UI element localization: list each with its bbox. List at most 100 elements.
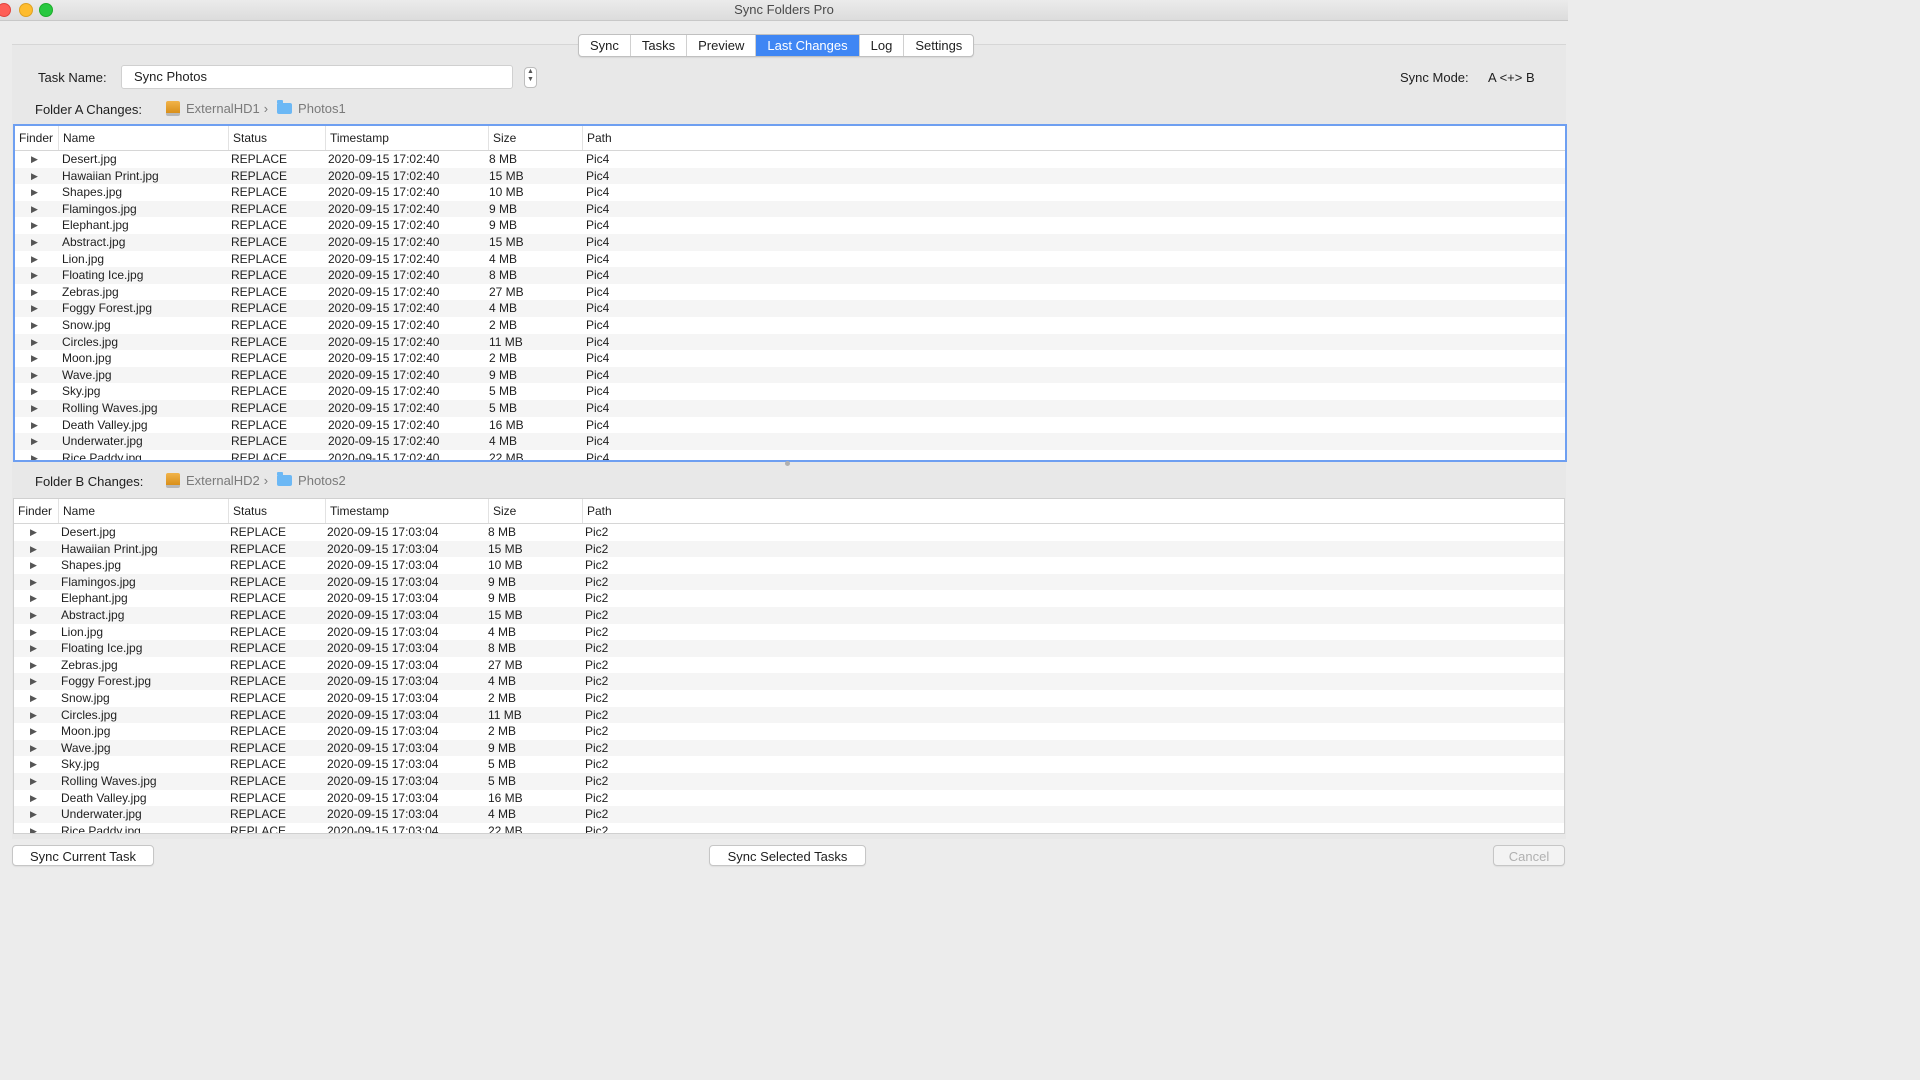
column-finder[interactable]: Finder bbox=[14, 499, 59, 523]
tab-tasks[interactable]: Tasks bbox=[631, 35, 688, 56]
reveal-in-finder-icon[interactable]: ▶ bbox=[30, 624, 40, 641]
table-row[interactable]: ▶ Underwater.jpg REPLACE 2020-09-15 17:02:4… bbox=[15, 433, 1565, 450]
table-row[interactable]: ▶ Floating Ice.jpg REPLACE 2020-09-15 17:03… bbox=[14, 640, 1564, 657]
reveal-in-finder-icon[interactable]: ▶ bbox=[31, 317, 41, 334]
table-row[interactable]: ▶ Abstract.jpg REPLACE 2020-09-15 17:03:04 1… bbox=[14, 606, 1564, 624]
column-timestamp[interactable]: Timestamp bbox=[326, 126, 489, 150]
table-row[interactable]: ▶ Death Valley.jpg REPLACE 2020-09-15 17:03… bbox=[14, 790, 1564, 807]
reveal-in-finder-icon[interactable]: ▶ bbox=[31, 251, 41, 268]
reveal-in-finder-icon[interactable]: ▶ bbox=[31, 201, 41, 218]
table-row[interactable]: ▶ Snow.jpg REPLACE 2020-09-15 17:02:40 2 MB P… bbox=[15, 317, 1565, 334]
reveal-in-finder-icon[interactable]: ▶ bbox=[30, 673, 40, 690]
reveal-in-finder-icon[interactable]: ▶ bbox=[30, 723, 40, 740]
table-row[interactable]: ▶ Foggy Forest.jpg REPLACE 2020-09-15 17:03… bbox=[14, 673, 1564, 690]
reveal-in-finder-icon[interactable]: ▶ bbox=[31, 284, 41, 301]
column-size[interactable]: Size bbox=[489, 499, 583, 523]
reveal-in-finder-icon[interactable]: ▶ bbox=[30, 557, 40, 574]
table-row[interactable]: ▶ Wave.jpg REPLACE 2020-09-15 17:02:40 9 MB P… bbox=[15, 366, 1565, 384]
reveal-in-finder-icon[interactable]: ▶ bbox=[31, 151, 41, 168]
table-row[interactable]: ▶ Rolling Waves.jpg REPLACE 2020-09-15 17:0… bbox=[14, 772, 1564, 790]
task-stepper[interactable]: ▲ ▼ bbox=[524, 67, 537, 88]
stepper-down-icon[interactable]: ▼ bbox=[525, 76, 536, 84]
table-row[interactable]: ▶ Elephant.jpg REPLACE 2020-09-15 17:02:40 9… bbox=[15, 217, 1565, 234]
table-row[interactable]: ▶ Hawaiian Print.jpg REPLACE 2020-09-15 17:… bbox=[14, 540, 1564, 558]
reveal-in-finder-icon[interactable]: ▶ bbox=[31, 400, 41, 417]
task-name-field[interactable]: Sync Photos bbox=[121, 65, 513, 89]
column-finder[interactable]: Finder bbox=[15, 126, 59, 150]
table-row[interactable]: ▶ Underwater.jpg REPLACE 2020-09-15 17:03:0… bbox=[14, 806, 1564, 823]
table-row[interactable]: ▶ Elephant.jpg REPLACE 2020-09-15 17:03:04 9… bbox=[14, 590, 1564, 607]
tab-sync[interactable]: Sync bbox=[579, 35, 631, 56]
split-view-divider[interactable] bbox=[785, 461, 790, 466]
reveal-in-finder-icon[interactable]: ▶ bbox=[31, 334, 41, 351]
reveal-in-finder-icon[interactable]: ▶ bbox=[31, 450, 41, 460]
reveal-in-finder-icon[interactable]: ▶ bbox=[31, 267, 41, 284]
reveal-in-finder-icon[interactable]: ▶ bbox=[31, 300, 41, 317]
table-row[interactable]: ▶ Lion.jpg REPLACE 2020-09-15 17:02:40 4 MB P… bbox=[15, 251, 1565, 268]
reveal-in-finder-icon[interactable]: ▶ bbox=[31, 383, 41, 400]
reveal-in-finder-icon[interactable]: ▶ bbox=[31, 184, 41, 201]
folder-a-path[interactable]: ExternalHD1 › Photos1 bbox=[166, 100, 346, 116]
reveal-in-finder-icon[interactable]: ▶ bbox=[31, 168, 41, 185]
reveal-in-finder-icon[interactable]: ▶ bbox=[31, 367, 41, 384]
reveal-in-finder-icon[interactable]: ▶ bbox=[30, 640, 40, 657]
reveal-in-finder-icon[interactable]: ▶ bbox=[30, 756, 40, 773]
reveal-in-finder-icon[interactable]: ▶ bbox=[30, 690, 40, 707]
table-row[interactable]: ▶ Sky.jpg REPLACE 2020-09-15 17:03:04 5 MB Pi… bbox=[14, 756, 1564, 773]
reveal-in-finder-icon[interactable]: ▶ bbox=[30, 607, 40, 624]
tab-log[interactable]: Log bbox=[860, 35, 905, 56]
table-row[interactable]: ▶ Moon.jpg REPLACE 2020-09-15 17:03:04 2 MB P… bbox=[14, 723, 1564, 740]
table-row[interactable]: ▶ Circles.jpg REPLACE 2020-09-15 17:03:04 11… bbox=[14, 706, 1564, 724]
reveal-in-finder-icon[interactable]: ▶ bbox=[30, 707, 40, 724]
table-row[interactable]: ▶ Zebras.jpg REPLACE 2020-09-15 17:02:40 27 … bbox=[15, 284, 1565, 301]
reveal-in-finder-icon[interactable]: ▶ bbox=[30, 773, 40, 790]
table-row[interactable]: ▶ Death Valley.jpg REPLACE 2020-09-15 17:02… bbox=[15, 417, 1565, 434]
reveal-in-finder-icon[interactable]: ▶ bbox=[30, 541, 40, 558]
table-row[interactable]: ▶ Sky.jpg REPLACE 2020-09-15 17:02:40 5 MB Pi… bbox=[15, 383, 1565, 400]
table-row[interactable]: ▶ Hawaiian Print.jpg REPLACE 2020-09-15 17:… bbox=[15, 167, 1565, 185]
table-row[interactable]: ▶ Snow.jpg REPLACE 2020-09-15 17:03:04 2 MB P… bbox=[14, 690, 1564, 707]
table-row[interactable]: ▶ Rice Paddy.jpg REPLACE 2020-09-15 17:02:4… bbox=[15, 450, 1565, 460]
reveal-in-finder-icon[interactable]: ▶ bbox=[30, 574, 40, 591]
column-name[interactable]: Name bbox=[59, 499, 229, 523]
table-row[interactable]: ▶ Lion.jpg REPLACE 2020-09-15 17:03:04 4 MB P… bbox=[14, 624, 1564, 641]
tab-settings[interactable]: Settings bbox=[904, 35, 973, 56]
column-name[interactable]: Name bbox=[59, 126, 229, 150]
table-row[interactable]: ▶ Shapes.jpg REPLACE 2020-09-15 17:03:04 10 … bbox=[14, 557, 1564, 574]
reveal-in-finder-icon[interactable]: ▶ bbox=[30, 790, 40, 807]
reveal-in-finder-icon[interactable]: ▶ bbox=[30, 590, 40, 607]
table-row[interactable]: ▶ Zebras.jpg REPLACE 2020-09-15 17:03:04 27 … bbox=[14, 657, 1564, 674]
table-row[interactable]: ▶ Floating Ice.jpg REPLACE 2020-09-15 17:02… bbox=[15, 267, 1565, 284]
table-row[interactable]: ▶ Rice Paddy.jpg REPLACE 2020-09-15 17:03:0… bbox=[14, 823, 1564, 833]
table-row[interactable]: ▶ Shapes.jpg REPLACE 2020-09-15 17:02:40 10 … bbox=[15, 184, 1565, 201]
reveal-in-finder-icon[interactable]: ▶ bbox=[31, 350, 41, 367]
reveal-in-finder-icon[interactable]: ▶ bbox=[31, 234, 41, 251]
column-timestamp[interactable]: Timestamp bbox=[326, 499, 489, 523]
reveal-in-finder-icon[interactable]: ▶ bbox=[30, 740, 40, 757]
reveal-in-finder-icon[interactable]: ▶ bbox=[30, 823, 40, 833]
column-path[interactable]: Path bbox=[583, 499, 1561, 523]
table-row[interactable]: ▶ Desert.jpg REPLACE 2020-09-15 17:02:40 8 M… bbox=[15, 151, 1565, 168]
reveal-in-finder-icon[interactable]: ▶ bbox=[31, 433, 41, 450]
folder-b-table[interactable]: Finder Name Status Timestamp Size Path ▶… bbox=[13, 498, 1565, 834]
stepper-up-icon[interactable]: ▲ bbox=[525, 68, 536, 76]
table-row[interactable]: ▶ Rolling Waves.jpg REPLACE 2020-09-15 17:0… bbox=[15, 399, 1565, 417]
table-row[interactable]: ▶ Moon.jpg REPLACE 2020-09-15 17:02:40 2 MB P… bbox=[15, 350, 1565, 367]
table-row[interactable]: ▶ Wave.jpg REPLACE 2020-09-15 17:03:04 9 MB P… bbox=[14, 739, 1564, 757]
table-row[interactable]: ▶ Flamingos.jpg REPLACE 2020-09-15 17:03:04… bbox=[14, 573, 1564, 591]
sync-selected-tasks-button[interactable]: Sync Selected Tasks bbox=[709, 845, 866, 866]
reveal-in-finder-icon[interactable]: ▶ bbox=[30, 524, 40, 541]
column-size[interactable]: Size bbox=[489, 126, 583, 150]
table-row[interactable]: ▶ Abstract.jpg REPLACE 2020-09-15 17:02:40 1… bbox=[15, 233, 1565, 251]
reveal-in-finder-icon[interactable]: ▶ bbox=[30, 806, 40, 823]
tab-last-changes[interactable]: Last Changes bbox=[756, 35, 860, 56]
folder-a-table[interactable]: Finder Name Status Timestamp Size Path ▶… bbox=[13, 124, 1567, 462]
column-status[interactable]: Status bbox=[229, 499, 326, 523]
table-row[interactable]: ▶ Desert.jpg REPLACE 2020-09-15 17:03:04 8 M… bbox=[14, 524, 1564, 541]
reveal-in-finder-icon[interactable]: ▶ bbox=[31, 417, 41, 434]
column-status[interactable]: Status bbox=[229, 126, 326, 150]
folder-b-path[interactable]: ExternalHD2 › Photos2 bbox=[166, 472, 346, 488]
cancel-button[interactable]: Cancel bbox=[1493, 845, 1565, 866]
sync-current-task-button[interactable]: Sync Current Task bbox=[12, 845, 154, 866]
table-row[interactable]: ▶ Circles.jpg REPLACE 2020-09-15 17:02:40 11… bbox=[15, 333, 1565, 351]
